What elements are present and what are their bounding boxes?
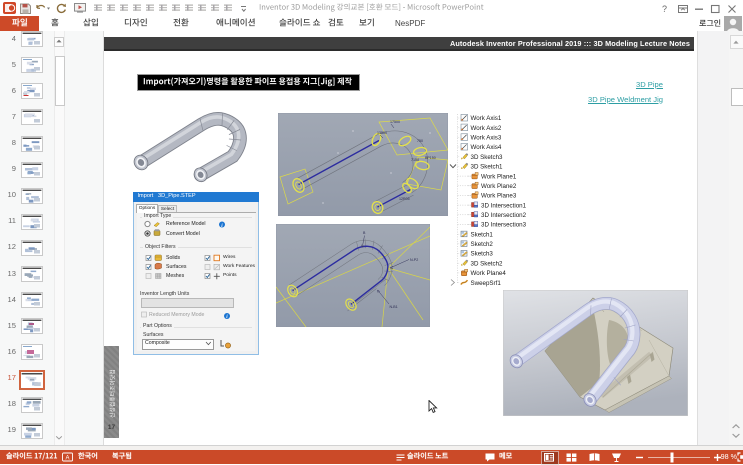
svg-text:7150: 7150 (411, 158, 419, 162)
svg-text:Work Plane1: Work Plane1 (481, 173, 517, 180)
svg-text:Sketch3: Sketch3 (471, 251, 494, 258)
svg-text:3D Intersection1: 3D Intersection1 (481, 202, 527, 209)
svg-text:3D Sketch2: 3D Sketch2 (471, 260, 504, 267)
svg-text:12R05: 12R05 (399, 197, 410, 201)
svg-text:13500: 13500 (377, 131, 387, 135)
svg-text:750: 750 (417, 139, 423, 143)
svg-text:Work Axis3: Work Axis3 (471, 135, 502, 142)
svg-text:3D Sketch3: 3D Sketch3 (471, 154, 504, 161)
svg-text:SweepSrf1: SweepSrf1 (471, 280, 502, 287)
svg-text:Work Axis4: Work Axis4 (471, 144, 502, 151)
svg-text:Work Plane4: Work Plane4 (471, 270, 507, 277)
svg-text:Sketch2: Sketch2 (471, 241, 494, 248)
svg-text:Work Axis2: Work Axis2 (471, 125, 502, 132)
svg-text:17: 17 (108, 424, 116, 431)
svg-text:3D Intersection2: 3D Intersection2 (481, 212, 527, 219)
svg-text:3D Intersection3: 3D Intersection3 (481, 222, 527, 229)
svg-text:3D Sketch1: 3D Sketch1 (471, 164, 504, 171)
svg-text:Sketch1: Sketch1 (471, 231, 494, 238)
svg-text:N-B1: N-B1 (390, 305, 398, 309)
svg-text:17500: 17500 (390, 120, 400, 124)
svg-text:BP150: BP150 (425, 156, 436, 160)
svg-text:Work Plane3: Work Plane3 (481, 193, 517, 200)
svg-text:A: A (65, 456, 69, 462)
svg-text:Work Plane2: Work Plane2 (481, 183, 517, 190)
svg-text:Work Axis1: Work Axis1 (471, 115, 502, 122)
svg-text:?: ? (662, 4, 667, 14)
svg-text:N-P2: N-P2 (410, 258, 418, 262)
